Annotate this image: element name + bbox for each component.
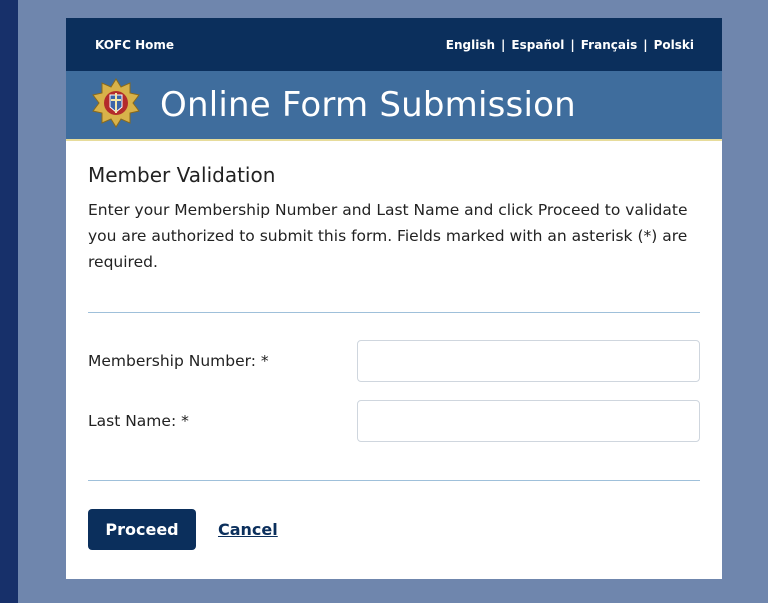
form-actions: Proceed Cancel: [88, 509, 700, 550]
language-link-francais[interactable]: Français: [581, 38, 637, 52]
title-banner: Online Form Submission: [66, 71, 722, 141]
cancel-link[interactable]: Cancel: [218, 520, 278, 539]
membership-number-label: Membership Number: *: [88, 352, 269, 370]
top-navigation-bar: KOFC Home English | Español | Français |…: [66, 18, 722, 71]
language-link-espanol[interactable]: Español: [511, 38, 564, 52]
language-link-english[interactable]: English: [446, 38, 495, 52]
last-name-input[interactable]: [357, 400, 700, 442]
kofc-emblem-icon: [90, 77, 142, 133]
intro-text: Enter your Membership Number and Last Na…: [88, 201, 688, 271]
left-edge-strip: [0, 0, 18, 603]
language-separator: |: [501, 37, 506, 52]
kofc-home-link[interactable]: KOFC Home: [95, 38, 174, 52]
membership-row: Membership Number: *: [88, 340, 700, 382]
last-name-row: Last Name: *: [88, 400, 700, 442]
language-switcher: English | Español | Français | Polski: [446, 38, 694, 52]
section-title: Member Validation: [88, 163, 276, 187]
last-name-label: Last Name: *: [88, 412, 189, 430]
actions-divider: [88, 480, 700, 481]
section-divider: [88, 312, 700, 313]
page-title: Online Form Submission: [160, 85, 576, 125]
language-separator: |: [643, 37, 648, 52]
proceed-button[interactable]: Proceed: [88, 509, 196, 550]
membership-number-input[interactable]: [357, 340, 700, 382]
language-separator: |: [570, 37, 575, 52]
language-link-polski[interactable]: Polski: [654, 38, 694, 52]
form-content: Member Validation Enter your Membership …: [66, 141, 722, 550]
form-card: KOFC Home English | Español | Français |…: [66, 18, 722, 579]
